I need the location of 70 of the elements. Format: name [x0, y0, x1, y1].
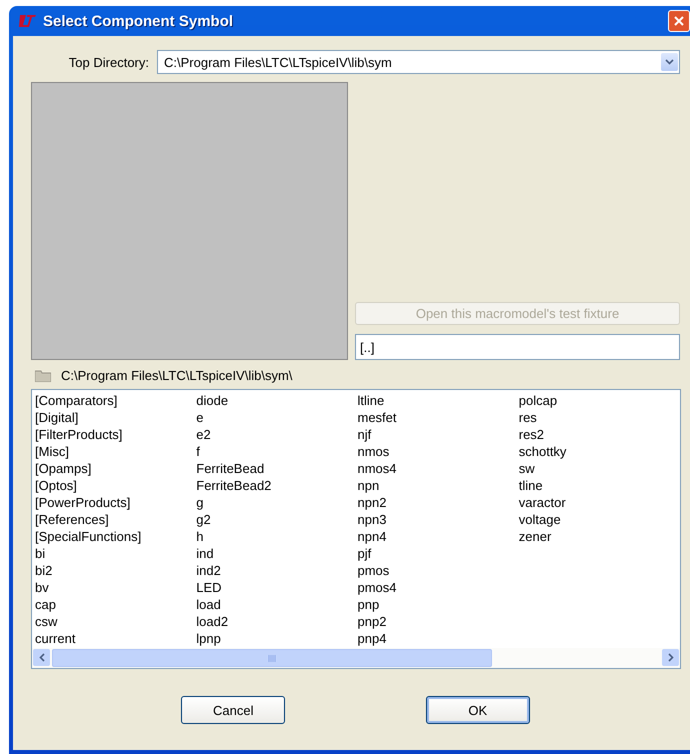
- symbol-item[interactable]: csw: [35, 613, 196, 630]
- symbol-item[interactable]: ind: [196, 545, 358, 562]
- symbol-item[interactable]: [PowerProducts]: [35, 494, 196, 511]
- symbol-item[interactable]: sw: [518, 460, 680, 477]
- symbol-item[interactable]: pjf: [358, 545, 519, 562]
- symbol-item[interactable]: ind2: [196, 562, 358, 579]
- symbol-item[interactable]: bi2: [35, 562, 196, 579]
- symbol-item[interactable]: zener: [518, 528, 680, 545]
- symbol-item[interactable]: pmos: [358, 562, 519, 579]
- symbol-item[interactable]: [Comparators]: [35, 392, 196, 409]
- symbol-item[interactable]: e: [196, 409, 358, 426]
- symbol-item[interactable]: varactor: [518, 494, 680, 511]
- symbol-item[interactable]: nmos4: [358, 460, 519, 477]
- symbol-item[interactable]: [References]: [35, 511, 196, 528]
- symbol-item[interactable]: pnp2: [358, 613, 519, 630]
- symbol-item[interactable]: bi: [35, 545, 196, 562]
- top-directory-dropdown[interactable]: C:\Program Files\LTC\LTspiceIV\lib\sym: [157, 50, 680, 74]
- symbol-item[interactable]: load2: [196, 613, 358, 630]
- top-directory-label: Top Directory:: [68, 54, 149, 70]
- symbol-item[interactable]: nmos: [358, 443, 519, 460]
- current-path: C:\Program Files\LTC\LTspiceIV\lib\sym\: [61, 368, 292, 383]
- ok-button[interactable]: OK: [426, 696, 530, 724]
- scroll-right-icon[interactable]: [662, 649, 679, 666]
- cancel-button[interactable]: Cancel: [181, 696, 286, 724]
- symbol-item[interactable]: load: [196, 596, 358, 613]
- symbol-item[interactable]: [Digital]: [35, 409, 196, 426]
- symbol-item[interactable]: [Optos]: [35, 477, 196, 494]
- symbol-item[interactable]: njf: [358, 426, 519, 443]
- symbol-item[interactable]: ltline: [358, 392, 519, 409]
- symbol-item[interactable]: h: [196, 528, 358, 545]
- symbol-item[interactable]: g2: [196, 511, 358, 528]
- logo-icon: [17, 14, 37, 28]
- symbol-item[interactable]: bv: [35, 579, 196, 596]
- symbol-item[interactable]: npn2: [358, 494, 519, 511]
- symbol-item[interactable]: lpnp: [196, 630, 358, 647]
- close-button[interactable]: [668, 10, 690, 32]
- symbol-item[interactable]: f: [196, 443, 358, 460]
- symbol-item[interactable]: tline: [518, 477, 680, 494]
- close-icon[interactable]: [673, 15, 685, 27]
- folder-icon: [35, 369, 51, 382]
- symbol-item[interactable]: [Misc]: [35, 443, 196, 460]
- symbol-item[interactable]: e2: [196, 426, 358, 443]
- horizontal-scrollbar[interactable]: [32, 648, 680, 668]
- symbol-item[interactable]: mesfet: [358, 409, 519, 426]
- symbol-item[interactable]: current: [35, 630, 196, 647]
- symbol-item[interactable]: pnp: [358, 596, 519, 613]
- symbol-item[interactable]: [Opamps]: [35, 460, 196, 477]
- symbol-item[interactable]: g: [196, 494, 358, 511]
- symbol-item[interactable]: LED: [196, 579, 358, 596]
- symbol-item[interactable]: pmos4: [358, 579, 519, 596]
- symbol-item[interactable]: npn3: [358, 511, 519, 528]
- symbol-item[interactable]: cap: [35, 596, 196, 613]
- window-title: Select Component Symbol: [43, 12, 234, 30]
- symbol-item[interactable]: res2: [518, 426, 680, 443]
- chevron-down-icon[interactable]: [661, 53, 678, 71]
- symbol-item[interactable]: FerriteBead2: [196, 477, 358, 494]
- scroll-thumb[interactable]: [52, 649, 492, 667]
- symbol-item[interactable]: npn: [358, 477, 519, 494]
- symbol-item[interactable]: polcap: [518, 392, 680, 409]
- symbol-item[interactable]: res: [518, 409, 680, 426]
- symbol-item[interactable]: pnp4: [358, 630, 519, 647]
- scroll-left-icon[interactable]: [33, 649, 50, 666]
- symbol-item[interactable]: npn4: [358, 528, 519, 545]
- symbol-item[interactable]: diode: [196, 392, 358, 409]
- symbol-item[interactable]: [FilterProducts]: [35, 426, 196, 443]
- name-field[interactable]: [..]: [355, 334, 680, 360]
- symbol-item[interactable]: [SpecialFunctions]: [35, 528, 196, 545]
- symbol-item[interactable]: FerriteBead: [196, 460, 358, 477]
- symbol-item[interactable]: schottky: [518, 443, 680, 460]
- symbol-item[interactable]: voltage: [518, 511, 680, 528]
